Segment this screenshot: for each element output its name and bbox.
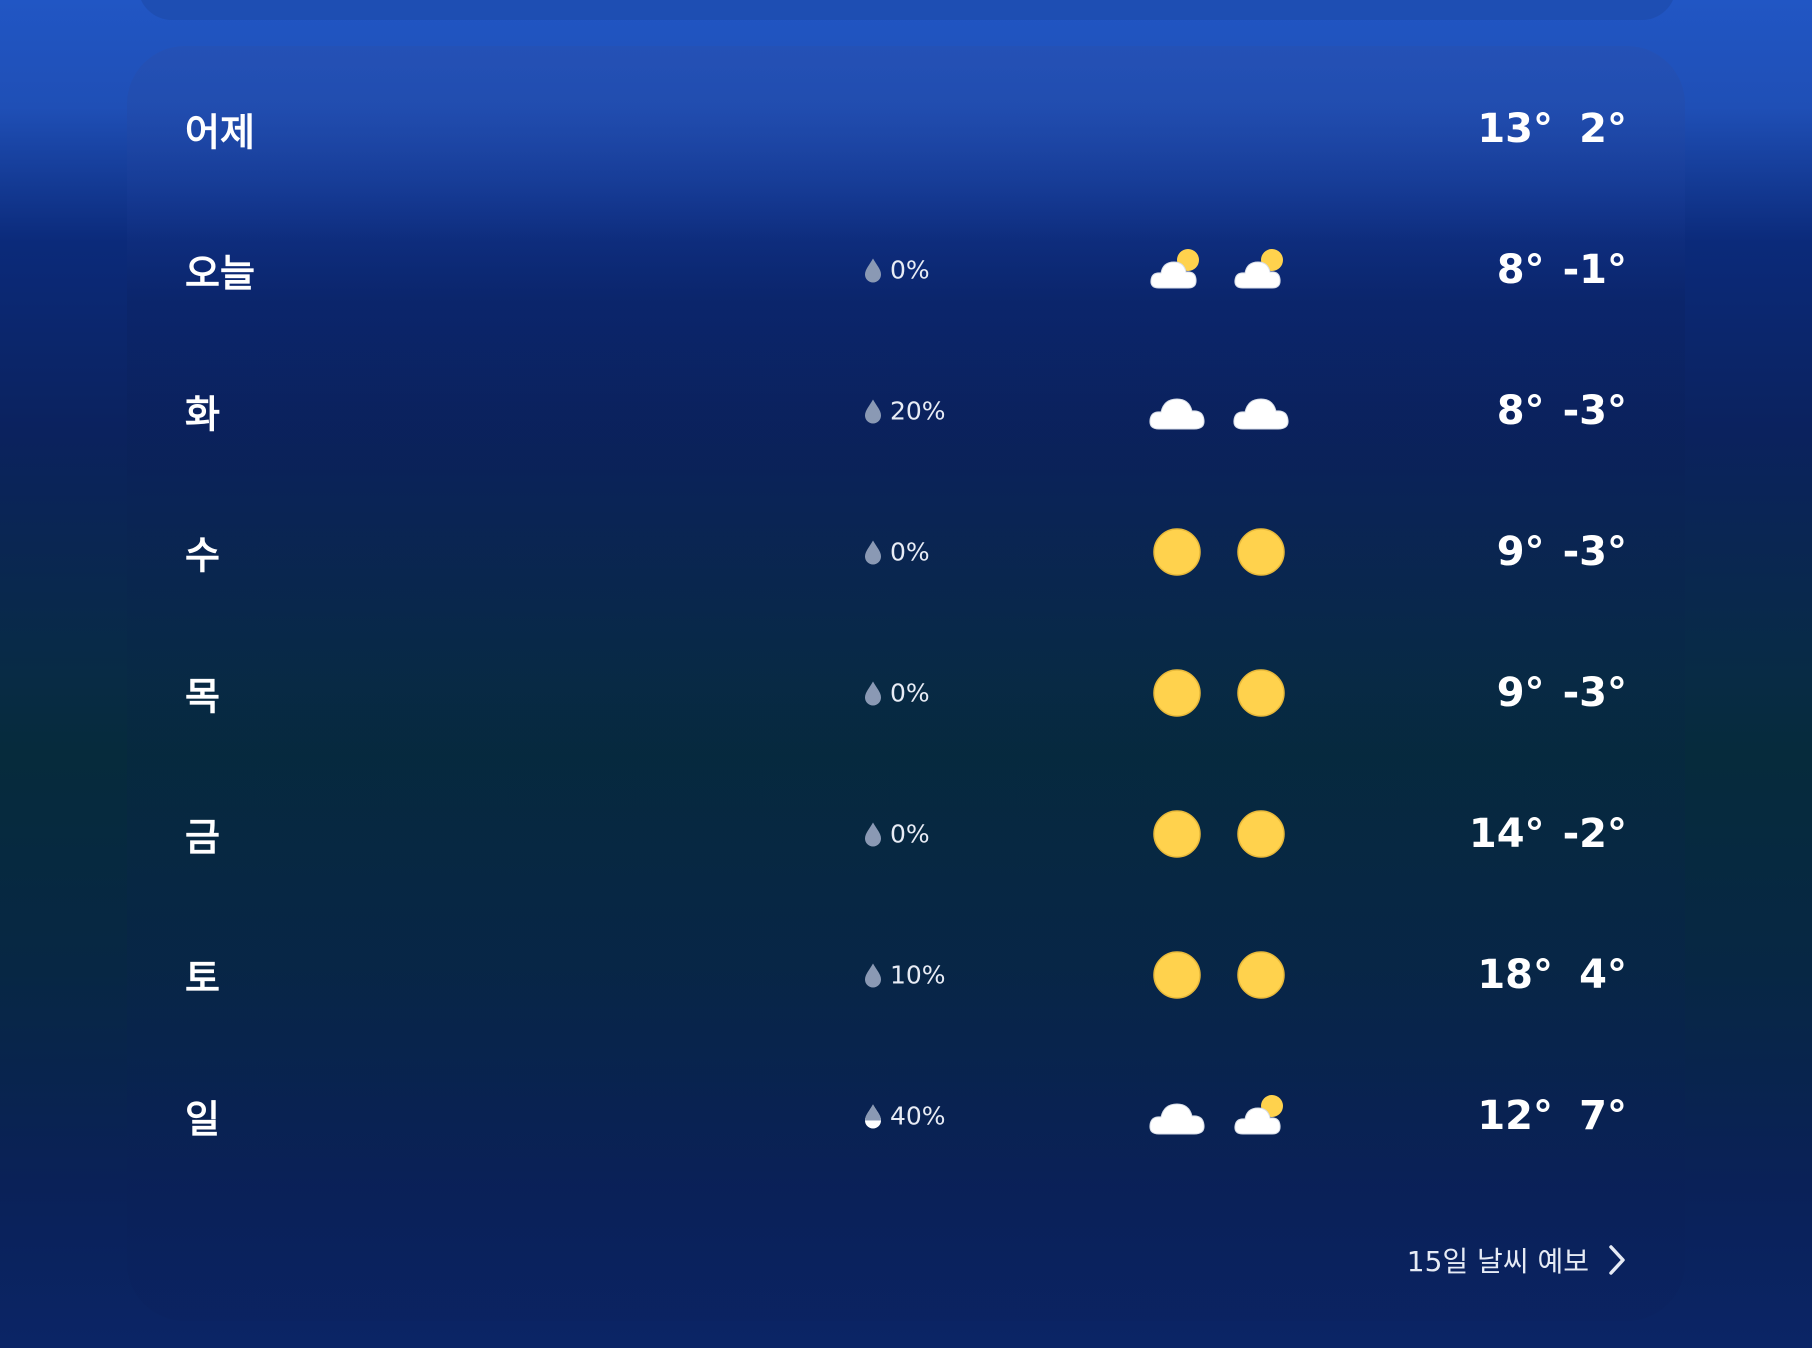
day-label: 화	[185, 392, 220, 437]
low-temperature: -1°	[1562, 247, 1627, 293]
low-temperature: 7°	[1579, 1093, 1627, 1139]
precipitation: 40%	[862, 1102, 946, 1131]
raindrop-icon	[865, 540, 881, 564]
morning-sunny-icon	[1147, 526, 1207, 578]
afternoon-sunny-icon	[1231, 808, 1291, 860]
afternoon-partly-cloudy-icon	[1231, 1090, 1291, 1142]
forecast-row[interactable]: 금 0% 14° -2°	[127, 764, 1685, 904]
high-temperature: 8°	[1496, 247, 1545, 293]
weekly-forecast-card: 어제 13° 2° 오늘 0% 8° -1° 화 20% 8° -3° 수 0% 9° -3° 목 0% 9° -3…	[127, 46, 1685, 1321]
low-temperature: -3°	[1562, 529, 1627, 575]
forecast-row[interactable]: 오늘 0% 8° -1°	[127, 200, 1685, 340]
raindrop-icon	[865, 963, 881, 987]
precipitation-chance: 40%	[890, 1101, 946, 1131]
precipitation: 10%	[862, 961, 946, 990]
low-temperature: -3°	[1562, 670, 1627, 716]
afternoon-sunny-icon	[1231, 526, 1291, 578]
low-temperature: 4°	[1579, 952, 1627, 998]
low-temperature: -2°	[1562, 811, 1627, 857]
forecast-row[interactable]: 토 10% 18° 4°	[127, 905, 1685, 1045]
morning-sunny-icon	[1147, 808, 1207, 860]
morning-cloudy-icon	[1147, 385, 1207, 437]
afternoon-partly-cloudy-icon	[1231, 244, 1291, 296]
forecast-row[interactable]: 수 0% 9° -3°	[127, 482, 1685, 622]
forecast-row[interactable]: 어제 13° 2°	[127, 59, 1685, 199]
raindrop-icon	[865, 1104, 881, 1128]
day-label: 금	[185, 815, 220, 860]
forecast-row[interactable]: 일 40% 12° 7°	[127, 1046, 1685, 1186]
15-day-forecast-link[interactable]: 15일 날씨 예보	[1407, 1234, 1627, 1286]
precipitation-chance: 0%	[890, 678, 930, 708]
precipitation-chance: 0%	[890, 819, 930, 849]
low-temperature: 2°	[1579, 106, 1627, 152]
temperature-range: 8° -1°	[1475, 247, 1627, 293]
afternoon-cloudy-icon	[1231, 385, 1291, 437]
15-day-forecast-label: 15일 날씨 예보	[1406, 1245, 1589, 1278]
temperature-range: 9° -3°	[1475, 670, 1627, 716]
temperature-range: 9° -3°	[1475, 529, 1627, 575]
previous-card	[138, 0, 1676, 20]
high-temperature: 13°	[1477, 106, 1553, 152]
high-temperature: 18°	[1477, 952, 1553, 998]
precipitation-chance: 0%	[890, 255, 930, 285]
afternoon-sunny-icon	[1231, 949, 1291, 1001]
raindrop-icon	[865, 258, 881, 282]
temperature-range: 8° -3°	[1475, 388, 1627, 434]
temperature-range: 13° 2°	[1477, 106, 1627, 152]
forecast-row[interactable]: 화 20% 8° -3°	[127, 341, 1685, 481]
morning-cloudy-icon	[1147, 1090, 1207, 1142]
precipitation: 0%	[862, 256, 930, 285]
afternoon-sunny-icon	[1231, 667, 1291, 719]
high-temperature: 8°	[1496, 388, 1545, 434]
temperature-range: 14° -2°	[1469, 811, 1627, 857]
morning-partly-cloudy-icon	[1147, 244, 1207, 296]
raindrop-icon	[865, 822, 881, 846]
forecast-row[interactable]: 목 0% 9° -3°	[127, 623, 1685, 763]
precipitation-chance: 20%	[890, 396, 946, 426]
precipitation: 20%	[862, 397, 946, 426]
morning-sunny-icon	[1147, 949, 1207, 1001]
chevron-right-icon	[1609, 1245, 1625, 1275]
raindrop-icon	[865, 399, 881, 423]
day-label: 목	[185, 674, 220, 719]
day-label: 수	[185, 533, 220, 578]
high-temperature: 9°	[1496, 670, 1545, 716]
day-label: 일	[185, 1097, 220, 1142]
day-label: 토	[185, 956, 220, 1001]
morning-sunny-icon	[1147, 667, 1207, 719]
temperature-range: 12° 7°	[1477, 1093, 1627, 1139]
precipitation: 0%	[862, 820, 930, 849]
day-label: 어제	[185, 110, 255, 155]
precipitation: 0%	[862, 538, 930, 567]
low-temperature: -3°	[1562, 388, 1627, 434]
precipitation-chance: 0%	[890, 537, 930, 567]
day-label: 오늘	[185, 251, 255, 296]
raindrop-icon	[865, 681, 881, 705]
high-temperature: 14°	[1468, 811, 1545, 857]
temperature-range: 18° 4°	[1477, 952, 1627, 998]
precipitation: 0%	[862, 679, 930, 708]
high-temperature: 12°	[1477, 1093, 1553, 1139]
high-temperature: 9°	[1496, 529, 1545, 575]
precipitation-chance: 10%	[890, 960, 946, 990]
